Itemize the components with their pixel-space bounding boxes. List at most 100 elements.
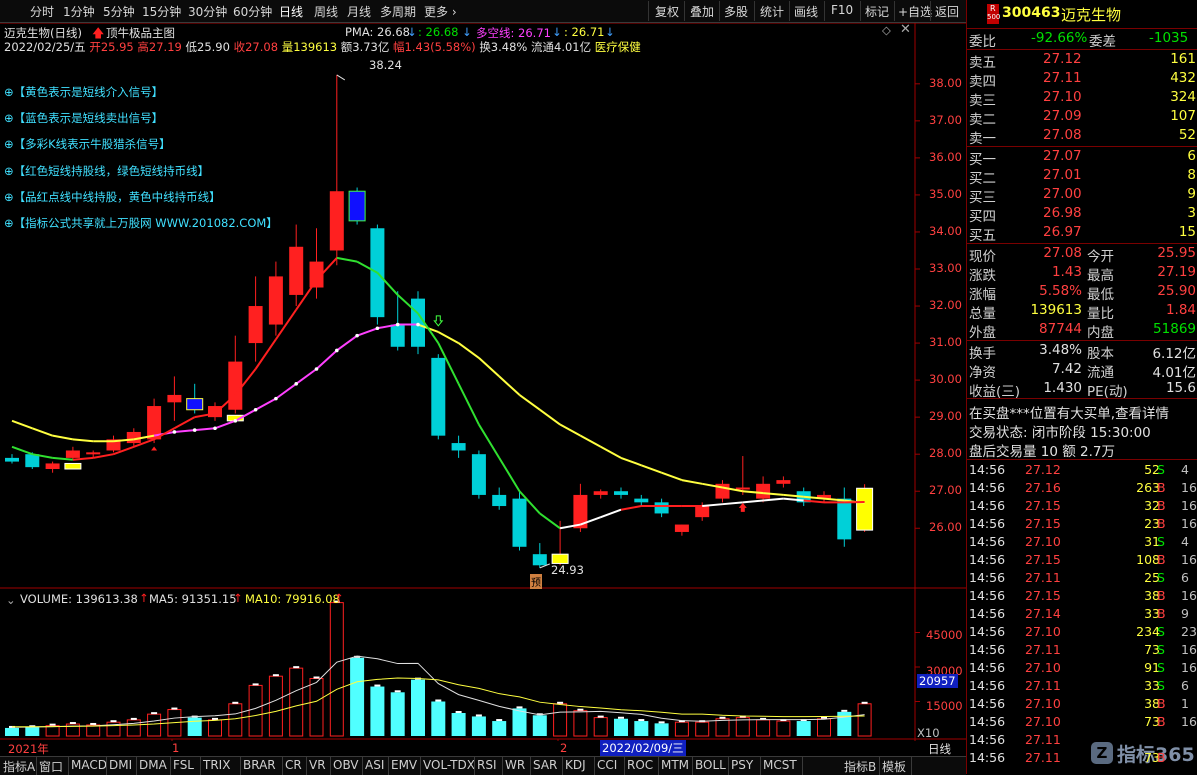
indicator-tab-mtm[interactable]: MTM — [661, 758, 689, 772]
indicator-tab-[interactable]: 窗口 — [39, 758, 63, 775]
collapse-icon[interactable]: ⌄ — [6, 593, 16, 607]
volume-cap — [171, 708, 177, 710]
candle-body — [249, 306, 263, 343]
indicator-tab-cr[interactable]: CR — [285, 758, 302, 772]
volume-cap — [293, 666, 299, 668]
price-tick-label: 33.00 — [929, 261, 962, 275]
tab-15min[interactable]: 15分钟 — [142, 3, 181, 20]
indicator-tab-roc[interactable]: ROC — [627, 758, 653, 772]
indicator-tab-psy[interactable]: PSY — [731, 758, 753, 772]
tab-fenshi[interactable]: 分时 — [30, 3, 54, 20]
tab-1min[interactable]: 1分钟 — [63, 3, 95, 20]
fund-row: 收益(三)1.430PE(动)15.6 — [969, 380, 1197, 399]
volume-cap — [618, 717, 624, 719]
tab-weekly[interactable]: 周线 — [314, 3, 338, 20]
indicator-tab-kdj[interactable]: KDJ — [565, 758, 586, 772]
volume-bar — [350, 658, 364, 736]
volume-bar — [5, 728, 19, 736]
candle-body — [614, 491, 628, 495]
tab-more[interactable]: 更多 › — [424, 3, 457, 20]
tab-separator — [502, 757, 503, 775]
close-icon[interactable]: ✕ — [900, 22, 911, 37]
info-close: 收27.08 — [234, 40, 278, 54]
indicator-tab-rsi[interactable]: RSI — [477, 758, 497, 772]
kline-chart-panel[interactable]: 迈克生物(日线) 🡅 顶牛极品主图 PMA: 26.68 ↓ : 26.68 ↓… — [0, 23, 966, 741]
ask-row: 卖一27.0852 — [969, 127, 1197, 146]
indicator-tab-sar[interactable]: SAR — [533, 758, 557, 772]
tick-row: 14:5627.15108B16 — [969, 552, 1197, 570]
f10-button[interactable]: F10 — [831, 3, 853, 17]
tab-daily[interactable]: 日线 — [279, 3, 303, 20]
draw-line-button[interactable]: 画线 — [794, 3, 818, 20]
indicator-tab-asi[interactable]: ASI — [365, 758, 384, 772]
price-tick-label: 38.00 — [929, 76, 962, 90]
indicator-tab-dmi[interactable]: DMI — [109, 758, 132, 772]
statistics-button[interactable]: 统计 — [760, 3, 784, 20]
indicator-tab-obv[interactable]: OBV — [333, 758, 359, 772]
indicator-tab-emv[interactable]: EMV — [391, 758, 417, 772]
quote-row: 涨跌1.43最高27.19 — [969, 264, 1197, 283]
signal-candle — [857, 488, 873, 530]
diamond-icon[interactable]: ◇ — [882, 23, 891, 37]
indicator-tab-wr[interactable]: WR — [505, 758, 525, 772]
short-term-line-segment — [763, 499, 783, 501]
mid-term-dot — [355, 334, 359, 338]
up-arrow-icon: ↑ — [334, 591, 344, 605]
tab-separator — [68, 757, 69, 775]
indicator-tab-a[interactable]: 指标A — [3, 758, 35, 775]
tab-separator — [879, 757, 880, 775]
tab-60min[interactable]: 60分钟 — [233, 3, 272, 20]
indicator-tab-cci[interactable]: CCI — [597, 758, 617, 772]
quote-row: 现价27.08今开25.95 — [969, 245, 1197, 264]
mid-term-line-segment — [357, 328, 377, 335]
volume-bar — [209, 720, 222, 736]
mid-term-dot — [274, 397, 278, 401]
tab-monthly[interactable]: 月线 — [347, 3, 371, 20]
value-4: : 26.71 — [564, 25, 604, 39]
indicator-tab-trix[interactable]: TRIX — [203, 758, 230, 772]
multi-stock-button[interactable]: 多股 — [724, 3, 748, 20]
indicator-tab-[interactable]: 模板 — [882, 758, 906, 775]
volume-cap — [70, 722, 76, 724]
signal-candle — [349, 191, 365, 221]
volume-bar — [269, 676, 282, 736]
volume-bar — [25, 727, 39, 736]
signal-line-4: ⊕【红色短线持股线，绿色短线持币线】 — [4, 163, 209, 179]
indicator-tab-boll[interactable]: BOLL — [695, 758, 726, 772]
mid-term-line-segment — [195, 428, 215, 430]
info-high: 高27.19 — [137, 40, 181, 54]
price-tick-label: 27.00 — [929, 483, 962, 497]
mark-button[interactable]: 标记 — [865, 3, 889, 20]
indicator-tab-brar[interactable]: BRAR — [243, 758, 276, 772]
info-change: 幅1.43(5.58%) — [393, 40, 476, 54]
candle-body — [513, 499, 527, 547]
tab-multi-period[interactable]: 多周期 — [380, 3, 416, 20]
back-button[interactable]: 返回 — [935, 3, 959, 20]
vol-tick-45000: 45000 — [926, 628, 963, 642]
indicator-tab-dma[interactable]: DMA — [139, 758, 167, 772]
candle-body — [594, 491, 608, 495]
big-order-notice[interactable]: 在买盘***位置有大买单,查看详情 — [969, 402, 1169, 422]
indicator-tab-voltdx[interactable]: VOL-TDX — [423, 758, 475, 772]
price-tick-label: 26.00 — [929, 520, 962, 534]
indicator-tab-b[interactable]: 指标B — [844, 758, 876, 775]
indicator-tab-vr[interactable]: VR — [309, 758, 326, 772]
indicator-tab-fsl[interactable]: FSL — [173, 758, 194, 772]
tab-5min[interactable]: 5分钟 — [103, 3, 135, 20]
down-arrow-icon: ↓ — [462, 25, 472, 39]
indicator-tab-mcst[interactable]: MCST — [763, 758, 797, 772]
period-label[interactable]: 日线 — [928, 741, 951, 757]
volume-bar — [330, 603, 343, 736]
tab-separator — [420, 757, 421, 775]
mid-term-dot — [376, 326, 380, 330]
vol-current-value: 20957 — [917, 674, 958, 688]
overlay-button[interactable]: 叠加 — [690, 3, 714, 20]
fuquan-button[interactable]: 复权 — [655, 3, 679, 20]
volume-cap — [131, 718, 137, 720]
tab-30min[interactable]: 30分钟 — [188, 3, 227, 20]
ratio-row: 委比 -92.66% 委差 -1035 — [969, 30, 1197, 49]
add-watchlist-button[interactable]: +自选 — [898, 3, 932, 20]
indicator-tab-macd[interactable]: MACD — [71, 758, 107, 772]
volume-bar — [148, 714, 161, 736]
volume-cap — [638, 719, 644, 721]
